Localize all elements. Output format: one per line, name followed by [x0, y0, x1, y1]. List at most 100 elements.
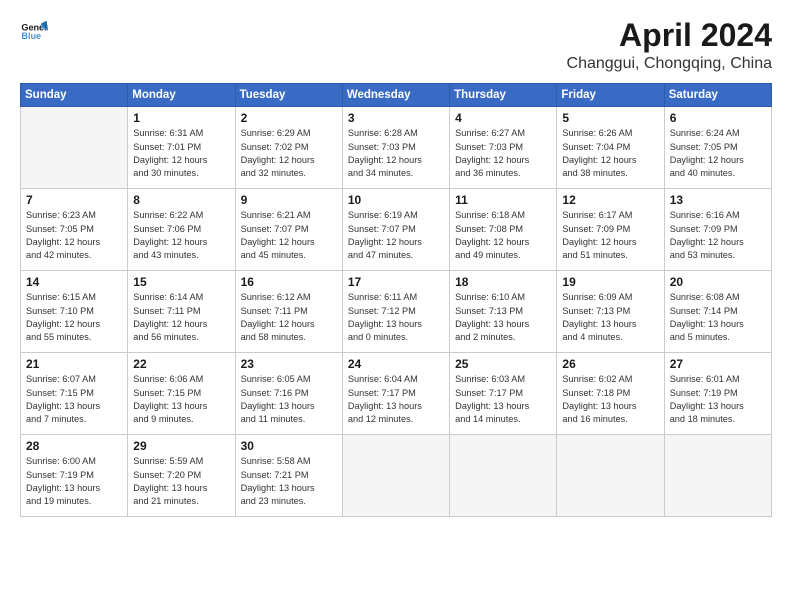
day-info: Sunrise: 6:11 AMSunset: 7:12 PMDaylight:…: [348, 291, 444, 344]
table-row: 3Sunrise: 6:28 AMSunset: 7:03 PMDaylight…: [342, 107, 449, 189]
table-row: 1Sunrise: 6:31 AMSunset: 7:01 PMDaylight…: [128, 107, 235, 189]
day-number: 4: [455, 111, 551, 125]
day-number: 17: [348, 275, 444, 289]
calendar-week-row: 21Sunrise: 6:07 AMSunset: 7:15 PMDayligh…: [21, 353, 772, 435]
day-info: Sunrise: 6:06 AMSunset: 7:15 PMDaylight:…: [133, 373, 229, 426]
day-info: Sunrise: 6:08 AMSunset: 7:14 PMDaylight:…: [670, 291, 766, 344]
day-info: Sunrise: 6:02 AMSunset: 7:18 PMDaylight:…: [562, 373, 658, 426]
day-number: 26: [562, 357, 658, 371]
day-info: Sunrise: 6:05 AMSunset: 7:16 PMDaylight:…: [241, 373, 337, 426]
day-number: 2: [241, 111, 337, 125]
table-row: [557, 435, 664, 517]
calendar-week-row: 1Sunrise: 6:31 AMSunset: 7:01 PMDaylight…: [21, 107, 772, 189]
day-info: Sunrise: 5:59 AMSunset: 7:20 PMDaylight:…: [133, 455, 229, 508]
day-info: Sunrise: 6:18 AMSunset: 7:08 PMDaylight:…: [455, 209, 551, 262]
day-info: Sunrise: 6:10 AMSunset: 7:13 PMDaylight:…: [455, 291, 551, 344]
day-number: 14: [26, 275, 122, 289]
day-number: 28: [26, 439, 122, 453]
header-friday: Friday: [557, 84, 664, 107]
day-number: 19: [562, 275, 658, 289]
table-row: 27 Sunrise: 6:01 AMSunset: 7:19 PMDayligh…: [664, 353, 771, 435]
location-title: Changgui, Chongqing, China: [567, 55, 772, 73]
day-number: 5: [562, 111, 658, 125]
table-row: 22 Sunrise: 6:06 AMSunset: 7:15 PMDayligh…: [128, 353, 235, 435]
calendar-week-row: 14 Sunrise: 6:15 AMSunset: 7:10 PMDayligh…: [21, 271, 772, 353]
day-number: 15: [133, 275, 229, 289]
day-info: Sunrise: 6:19 AMSunset: 7:07 PMDaylight:…: [348, 209, 444, 262]
day-info: Sunrise: 6:04 AMSunset: 7:17 PMDaylight:…: [348, 373, 444, 426]
table-row: 2 Sunrise: 6:29 AMSunset: 7:02 PMDaylight…: [235, 107, 342, 189]
day-info: Sunrise: 6:01 AMSunset: 7:19 PMDaylight:…: [670, 373, 766, 426]
day-number: 10: [348, 193, 444, 207]
day-number: 16: [241, 275, 337, 289]
table-row: 19 Sunrise: 6:09 AMSunset: 7:13 PMDayligh…: [557, 271, 664, 353]
table-row: 6 Sunrise: 6:24 AMSunset: 7:05 PMDaylight…: [664, 107, 771, 189]
table-row: 23 Sunrise: 6:05 AMSunset: 7:16 PMDayligh…: [235, 353, 342, 435]
day-number: 30: [241, 439, 337, 453]
header-saturday: Saturday: [664, 84, 771, 107]
svg-text:Blue: Blue: [21, 31, 41, 41]
day-info: Sunrise: 6:14 AMSunset: 7:11 PMDaylight:…: [133, 291, 229, 344]
calendar-header-row: Sunday Monday Tuesday Wednesday Thursday…: [21, 84, 772, 107]
day-info: Sunrise: 5:58 AMSunset: 7:21 PMDaylight:…: [241, 455, 337, 508]
day-number: 13: [670, 193, 766, 207]
day-number: 22: [133, 357, 229, 371]
day-number: 23: [241, 357, 337, 371]
day-info: Sunrise: 6:16 AMSunset: 7:09 PMDaylight:…: [670, 209, 766, 262]
day-info: Sunrise: 6:12 AMSunset: 7:11 PMDaylight:…: [241, 291, 337, 344]
day-info: Sunrise: 6:29 AMSunset: 7:02 PMDaylight:…: [241, 127, 337, 180]
day-number: 7: [26, 193, 122, 207]
day-info: Sunrise: 6:07 AMSunset: 7:15 PMDaylight:…: [26, 373, 122, 426]
table-row: 18 Sunrise: 6:10 AMSunset: 7:13 PMDayligh…: [450, 271, 557, 353]
table-row: [21, 107, 128, 189]
header-wednesday: Wednesday: [342, 84, 449, 107]
title-block: April 2024 Changgui, Chongqing, China: [567, 18, 772, 73]
table-row: 30 Sunrise: 5:58 AMSunset: 7:21 PMDayligh…: [235, 435, 342, 517]
day-info: Sunrise: 6:22 AMSunset: 7:06 PMDaylight:…: [133, 209, 229, 262]
day-info: Sunrise: 6:03 AMSunset: 7:17 PMDaylight:…: [455, 373, 551, 426]
page: General Blue April 2024 Changgui, Chongq…: [0, 0, 792, 612]
table-row: [342, 435, 449, 517]
day-info: Sunrise: 6:00 AMSunset: 7:19 PMDaylight:…: [26, 455, 122, 508]
logo: General Blue: [20, 18, 48, 46]
table-row: 20Sunrise: 6:08 AMSunset: 7:14 PMDayligh…: [664, 271, 771, 353]
table-row: 13 Sunrise: 6:16 AMSunset: 7:09 PMDayligh…: [664, 189, 771, 271]
table-row: 5Sunrise: 6:26 AMSunset: 7:04 PMDaylight…: [557, 107, 664, 189]
day-number: 11: [455, 193, 551, 207]
day-info: Sunrise: 6:15 AMSunset: 7:10 PMDaylight:…: [26, 291, 122, 344]
table-row: 9Sunrise: 6:21 AMSunset: 7:07 PMDaylight…: [235, 189, 342, 271]
day-number: 27: [670, 357, 766, 371]
table-row: 4 Sunrise: 6:27 AMSunset: 7:03 PMDaylight…: [450, 107, 557, 189]
header: General Blue April 2024 Changgui, Chongq…: [20, 18, 772, 73]
table-row: [664, 435, 771, 517]
table-row: 25Sunrise: 6:03 AMSunset: 7:17 PMDayligh…: [450, 353, 557, 435]
logo-icon: General Blue: [20, 18, 48, 46]
day-number: 9: [241, 193, 337, 207]
day-number: 8: [133, 193, 229, 207]
day-number: 3: [348, 111, 444, 125]
day-number: 29: [133, 439, 229, 453]
table-row: 26 Sunrise: 6:02 AMSunset: 7:18 PMDayligh…: [557, 353, 664, 435]
table-row: 11 Sunrise: 6:18 AMSunset: 7:08 PMDayligh…: [450, 189, 557, 271]
day-info: Sunrise: 6:17 AMSunset: 7:09 PMDaylight:…: [562, 209, 658, 262]
calendar-table: Sunday Monday Tuesday Wednesday Thursday…: [20, 83, 772, 517]
day-number: 12: [562, 193, 658, 207]
table-row: 10 Sunrise: 6:19 AMSunset: 7:07 PMDayligh…: [342, 189, 449, 271]
table-row: 24Sunrise: 6:04 AMSunset: 7:17 PMDayligh…: [342, 353, 449, 435]
calendar-week-row: 7 Sunrise: 6:23 AMSunset: 7:05 PMDaylight…: [21, 189, 772, 271]
day-info: Sunrise: 6:23 AMSunset: 7:05 PMDaylight:…: [26, 209, 122, 262]
table-row: 21Sunrise: 6:07 AMSunset: 7:15 PMDayligh…: [21, 353, 128, 435]
table-row: 12 Sunrise: 6:17 AMSunset: 7:09 PMDayligh…: [557, 189, 664, 271]
header-monday: Monday: [128, 84, 235, 107]
header-tuesday: Tuesday: [235, 84, 342, 107]
table-row: 16 Sunrise: 6:12 AMSunset: 7:11 PMDayligh…: [235, 271, 342, 353]
table-row: 8 Sunrise: 6:22 AMSunset: 7:06 PMDaylight…: [128, 189, 235, 271]
header-thursday: Thursday: [450, 84, 557, 107]
day-number: 6: [670, 111, 766, 125]
day-info: Sunrise: 6:27 AMSunset: 7:03 PMDaylight:…: [455, 127, 551, 180]
day-info: Sunrise: 6:24 AMSunset: 7:05 PMDaylight:…: [670, 127, 766, 180]
day-number: 18: [455, 275, 551, 289]
day-info: Sunrise: 6:09 AMSunset: 7:13 PMDaylight:…: [562, 291, 658, 344]
table-row: 7 Sunrise: 6:23 AMSunset: 7:05 PMDaylight…: [21, 189, 128, 271]
day-number: 1: [133, 111, 229, 125]
